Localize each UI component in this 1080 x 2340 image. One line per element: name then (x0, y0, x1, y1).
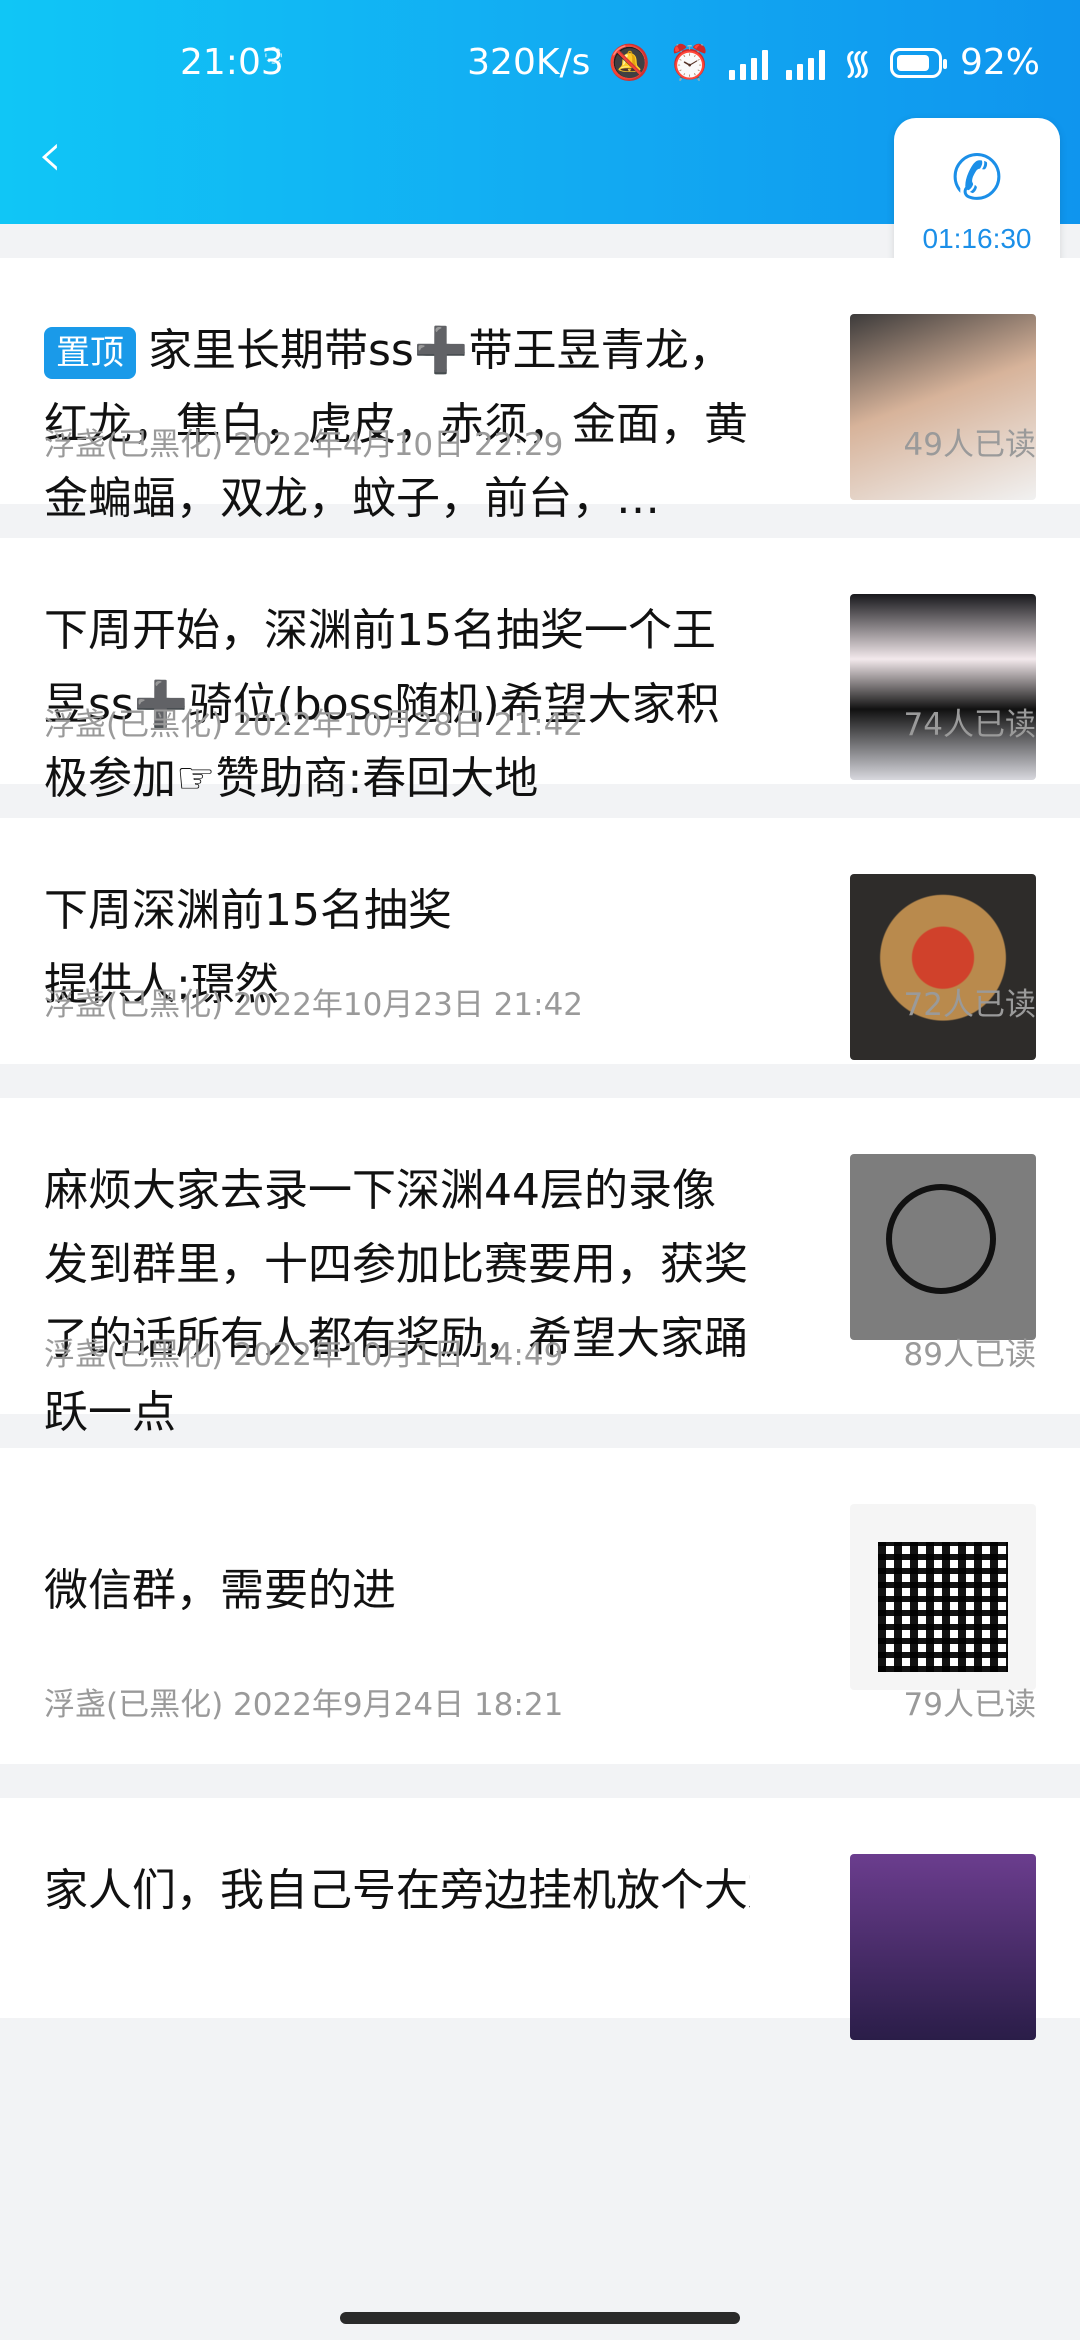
author-date: 浮盏(已黑化) 2022年10月23日 21:42 (44, 987, 584, 1023)
pinned-badge: 置顶 (44, 327, 136, 379)
qr-code-icon (878, 1542, 1008, 1672)
author-date: 浮盏(已黑化) 2022年9月24日 18:21 (44, 1687, 564, 1723)
wifi-icon: ᯾ (843, 42, 872, 83)
read-count: 74人已读 (903, 707, 1036, 743)
announcement-list: 置顶 家里长期带ss➕带王昱青龙，红龙，隼白，虎皮，赤须，金面，黄金蝙蝠，双龙，蚊… (0, 258, 1080, 2052)
battery-level: 92% (959, 42, 1040, 83)
phone-icon: ✆ (951, 141, 1003, 214)
post-text: 麻烦大家去录一下深渊44层的录像发到群里，十四参加比赛要用，获奖了的话所有人都有… (44, 1165, 748, 1438)
status-bar: 21:03 ◌ 320K/s 🔕 ⏰ ᯾ 92% (0, 30, 1080, 94)
call-duration: 01:16:30 (922, 223, 1032, 254)
author-date: 浮盏(已黑化) 2022年4月10日 22:29 (44, 427, 564, 463)
network-speed: 320K/s (467, 42, 591, 83)
list-item[interactable]: 家人们，我自己号在旁边挂机放个大放个 (0, 1798, 1080, 2040)
post-thumbnail[interactable] (850, 594, 1036, 780)
post-meta: 浮盏(已黑化) 2022年10月28日 21:42 74人已读 (44, 699, 1036, 744)
post-thumbnail[interactable] (850, 1854, 1036, 2040)
bell-off-icon: 🔕 (608, 42, 651, 83)
post-meta: 浮盏(已黑化) 2022年10月1日 14:49 89人已读 (44, 1329, 1036, 1374)
post-thumbnail[interactable] (850, 1504, 1036, 1690)
post-text: 微信群，需要的进 (44, 1565, 396, 1616)
status-right: 320K/s 🔕 ⏰ ᯾ 92% (467, 42, 1040, 83)
list-item[interactable]: 下周深渊前15名抽奖 提供人:璟然 浮盏(已黑化) 2022年10月23日 21… (0, 818, 1080, 1064)
post-thumbnail[interactable] (850, 874, 1036, 1060)
battery-icon (889, 47, 947, 78)
signal-icon-2 (786, 46, 826, 80)
read-count: 79人已读 (903, 1687, 1036, 1723)
post-meta: 浮盏(已黑化) 2022年10月23日 21:42 72人已读 (44, 979, 1036, 1024)
author-date: 浮盏(已黑化) 2022年10月28日 21:42 (44, 707, 584, 743)
chevron-left-icon[interactable]: ‹ (20, 118, 80, 192)
read-count: 89人已读 (903, 1337, 1036, 1373)
list-item[interactable]: 微信群，需要的进 浮盏(已黑化) 2022年9月24日 18:21 79人已读 (0, 1448, 1080, 1764)
list-item[interactable]: 麻烦大家去录一下深渊44层的录像发到群里，十四参加比赛要用，获奖了的话所有人都有… (0, 1098, 1080, 1438)
home-indicator[interactable] (340, 2312, 740, 2324)
alarm-icon: ⏰ (668, 42, 712, 83)
signal-icon (729, 46, 769, 80)
read-count: 72人已读 (903, 987, 1036, 1023)
read-count: 49人已读 (903, 427, 1036, 463)
post-thumbnail[interactable] (850, 314, 1036, 500)
author-date: 浮盏(已黑化) 2022年10月1日 14:49 (44, 1337, 564, 1373)
sync-icon: ◌ (264, 42, 284, 67)
post-meta: 浮盏(已黑化) 2022年4月10日 22:29 49人已读 (44, 419, 1036, 464)
post-text: 家人们，我自己号在旁边挂机放个大放个 (44, 1865, 750, 1916)
list-item[interactable]: 下周开始，深渊前15名抽奖一个王昱ss➕骑位(boss随机)希望大家积极参加☞赞… (0, 538, 1080, 804)
list-item[interactable]: 置顶 家里长期带ss➕带王昱青龙，红龙，隼白，虎皮，赤须，金面，黄金蝙蝠，双龙，蚊… (0, 258, 1080, 524)
post-meta: 浮盏(已黑化) 2022年9月24日 18:21 79人已读 (44, 1679, 1036, 1724)
post-thumbnail[interactable] (850, 1154, 1036, 1340)
